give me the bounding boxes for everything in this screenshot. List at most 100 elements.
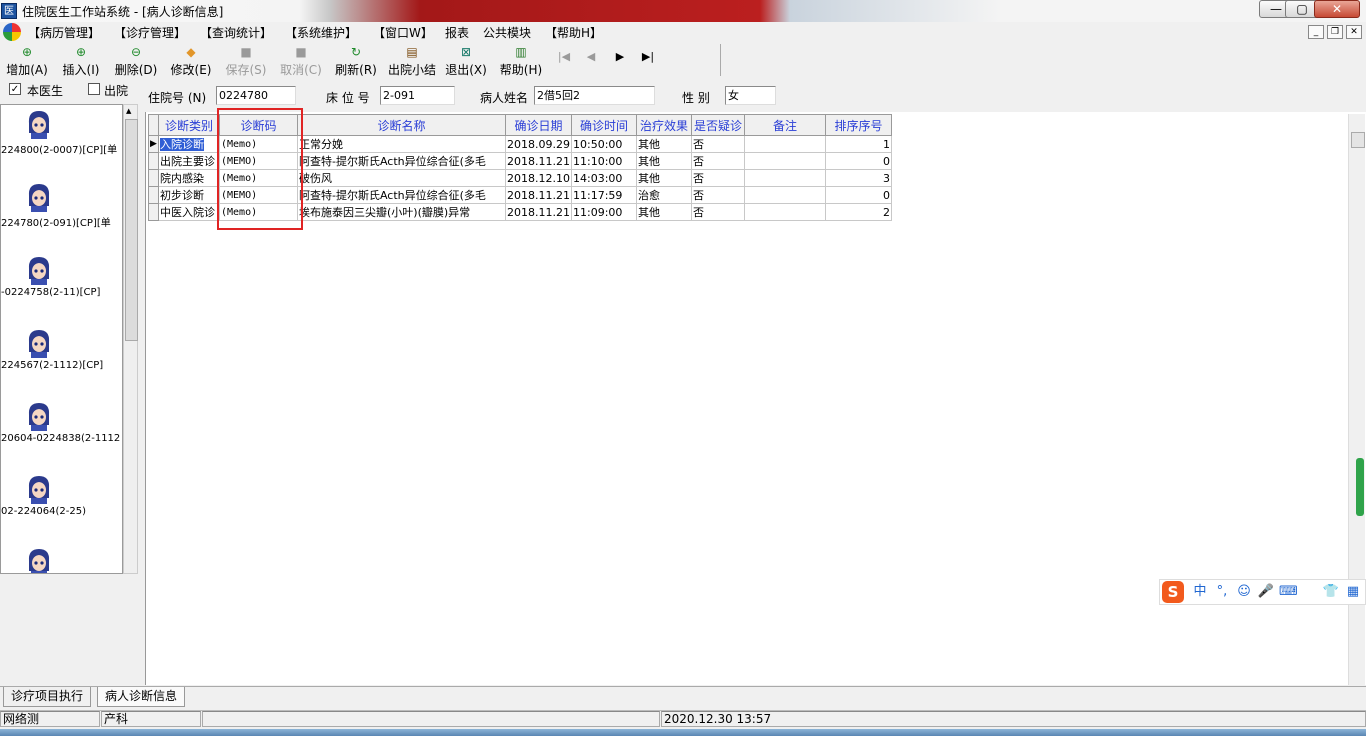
- first-record-button[interactable]: |◀: [553, 50, 575, 68]
- table-cell[interactable]: 14:03:00: [571, 169, 637, 187]
- table-cell[interactable]: 10:50:00: [571, 135, 637, 153]
- patient-item[interactable]: 224780(2-091)[CP][单: [0, 180, 123, 250]
- cancel-button[interactable]: ■ 取消(C): [277, 44, 325, 78]
- menu-treatment[interactable]: 【诊疗管理】: [114, 24, 186, 41]
- own-doctor-checkbox[interactable]: ✓: [9, 83, 21, 95]
- table-cell[interactable]: 院内感染: [158, 169, 220, 187]
- table-cell[interactable]: 治愈: [636, 186, 692, 204]
- menu-window[interactable]: 【窗口W】: [373, 24, 433, 41]
- patient-item[interactable]: [0, 545, 123, 573]
- admission-no-field[interactable]: 0224780: [216, 86, 296, 105]
- table-cell[interactable]: 0: [825, 152, 892, 170]
- column-header[interactable]: 治疗效果: [636, 114, 692, 136]
- table-cell[interactable]: 否: [691, 203, 745, 221]
- table-cell[interactable]: 中医入院诊: [158, 203, 220, 221]
- table-cell[interactable]: 11:09:00: [571, 203, 637, 221]
- discharge-summary-button[interactable]: ▤ 出院小结: [385, 44, 439, 78]
- table-cell[interactable]: 2018.09.29: [505, 135, 572, 153]
- table-cell[interactable]: 其他: [636, 203, 692, 221]
- table-cell[interactable]: 其他: [636, 135, 692, 153]
- patient-name-field[interactable]: 2借5回2: [534, 86, 655, 105]
- menu-reports[interactable]: 报表: [445, 24, 469, 41]
- table-cell[interactable]: 破伤风: [297, 169, 506, 187]
- column-header[interactable]: 诊断名称: [297, 114, 506, 136]
- table-cell[interactable]: 0: [825, 186, 892, 204]
- table-cell[interactable]: 11:17:59: [571, 186, 637, 204]
- insert-button[interactable]: ⊕ 插入(I): [57, 44, 105, 78]
- help-button[interactable]: ▥ 帮助(H): [497, 44, 545, 78]
- next-record-button[interactable]: ▶: [609, 50, 631, 68]
- column-header[interactable]: 备注: [744, 114, 826, 136]
- table-cell[interactable]: 出院主要诊: [158, 152, 220, 170]
- table-cell[interactable]: 埃布施泰因三尖瓣(小叶)(瓣膜)异常: [297, 203, 506, 221]
- ime-voice-icon[interactable]: 🎤: [1257, 583, 1275, 601]
- table-cell[interactable]: [744, 186, 826, 204]
- table-cell[interactable]: 其他: [636, 169, 692, 187]
- ime-keyboard-icon[interactable]: ⌨: [1279, 583, 1298, 601]
- table-cell[interactable]: 阿查特-提尔斯氏Acth异位综合征(多毛: [297, 186, 506, 204]
- table-cell[interactable]: 2: [825, 203, 892, 221]
- bed-field[interactable]: 2-091: [380, 86, 455, 105]
- discharged-checkbox[interactable]: [88, 83, 100, 95]
- table-cell[interactable]: 3: [825, 169, 892, 187]
- mdi-restore-button[interactable]: ❐: [1327, 25, 1343, 39]
- add-button[interactable]: ⊕ 增加(A): [3, 44, 51, 78]
- refresh-button[interactable]: ↻ 刷新(R): [332, 44, 380, 78]
- column-header[interactable]: 是否疑诊: [691, 114, 745, 136]
- patient-item[interactable]: 224800(2-0007)[CP][单: [0, 107, 123, 177]
- ime-emoji-icon[interactable]: ☺: [1235, 583, 1253, 601]
- table-cell[interactable]: [744, 203, 826, 221]
- table-cell[interactable]: 否: [691, 186, 745, 204]
- patient-item[interactable]: -0224758(2-11)[CP]: [0, 253, 123, 323]
- column-header[interactable]: 排序序号: [825, 114, 892, 136]
- table-cell[interactable]: 否: [691, 135, 745, 153]
- mdi-minimize-button[interactable]: _: [1308, 25, 1324, 39]
- patient-list-scrollbar[interactable]: ▲: [123, 104, 138, 574]
- table-cell[interactable]: 否: [691, 169, 745, 187]
- column-header[interactable]: 确诊时间: [571, 114, 637, 136]
- table-cell[interactable]: [744, 169, 826, 187]
- table-cell[interactable]: 初步诊断: [158, 186, 220, 204]
- menu-help[interactable]: 【帮助H】: [545, 24, 602, 41]
- table-cell[interactable]: 2018.11.21: [505, 203, 572, 221]
- last-record-button[interactable]: ▶|: [637, 50, 659, 68]
- ime-skin-icon[interactable]: 👕: [1322, 583, 1340, 601]
- table-cell[interactable]: [744, 152, 826, 170]
- save-button[interactable]: ■ 保存(S): [222, 44, 270, 78]
- table-cell[interactable]: 否: [691, 152, 745, 170]
- ime-logo-icon[interactable]: S: [1162, 581, 1184, 603]
- table-cell[interactable]: 1: [825, 135, 892, 153]
- column-header[interactable]: 诊断类别: [158, 114, 220, 136]
- mdi-close-button[interactable]: ✕: [1346, 25, 1362, 39]
- menu-public-module[interactable]: 公共模块: [483, 24, 531, 41]
- table-cell[interactable]: 2018.12.10: [505, 169, 572, 187]
- exit-button[interactable]: ⊠ 退出(X): [442, 44, 490, 78]
- tab-treatment-execution[interactable]: 诊疗项目执行: [3, 687, 92, 707]
- column-header[interactable]: 确诊日期: [505, 114, 572, 136]
- patient-item[interactable]: 224567(2-1112)[CP]: [0, 326, 123, 396]
- table-cell[interactable]: 阿查特-提尔斯氏Acth异位综合征(多毛: [297, 152, 506, 170]
- table-cell[interactable]: 2018.11.21: [505, 186, 572, 204]
- patient-item[interactable]: 02-224064(2-25): [0, 472, 123, 542]
- patient-list-scroll-thumb[interactable]: [125, 119, 138, 341]
- ime-toolbox-icon[interactable]: ▦: [1344, 583, 1362, 601]
- table-cell[interactable]: 入院诊断: [158, 135, 220, 153]
- menu-query-stats[interactable]: 【查询统计】: [200, 24, 272, 41]
- grid-scroll-thumb[interactable]: [1351, 132, 1365, 148]
- prev-record-button[interactable]: ◀: [580, 50, 602, 68]
- scroll-up-icon[interactable]: ▲: [126, 107, 131, 115]
- gender-field[interactable]: 女: [725, 86, 776, 105]
- side-scroll-indicator[interactable]: [1356, 458, 1364, 516]
- ime-punctuation-icon[interactable]: °,: [1213, 583, 1231, 601]
- ime-chinese-mode[interactable]: 中: [1191, 583, 1209, 601]
- patient-item[interactable]: 20604-0224838(2-1112: [0, 399, 123, 469]
- table-cell[interactable]: 其他: [636, 152, 692, 170]
- edit-button[interactable]: ◆ 修改(E): [167, 44, 215, 78]
- table-cell[interactable]: [744, 135, 826, 153]
- table-cell[interactable]: 2018.11.21: [505, 152, 572, 170]
- close-button[interactable]: ✕: [1314, 0, 1360, 18]
- tab-patient-diagnosis[interactable]: 病人诊断信息: [97, 687, 186, 707]
- table-cell[interactable]: 11:10:00: [571, 152, 637, 170]
- menu-medical-records[interactable]: 【病历管理】: [28, 24, 100, 41]
- delete-button[interactable]: ⊖ 删除(D): [112, 44, 160, 78]
